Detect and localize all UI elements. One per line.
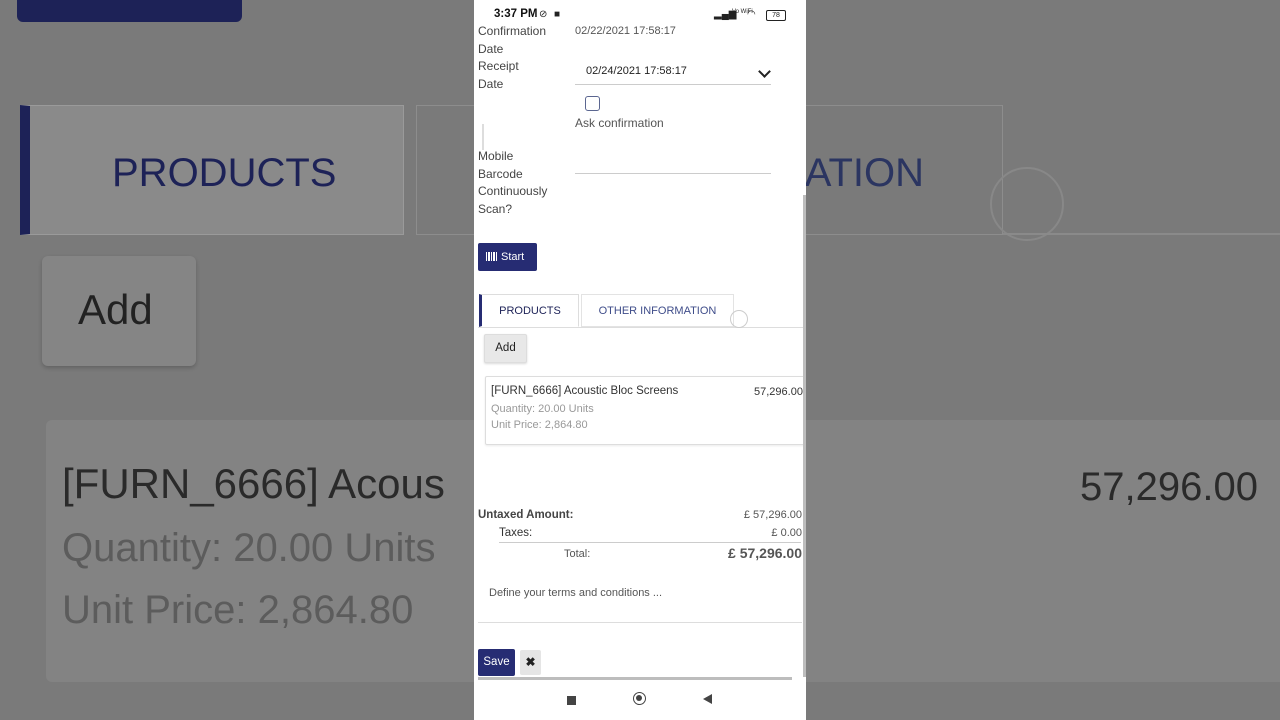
line-quantity: Quantity: 20.00 Units	[491, 403, 594, 415]
save-button[interactable]: Save	[478, 649, 515, 676]
receipt-date-field[interactable]: 02/24/2021 17:58:17	[575, 62, 771, 85]
line-product-name: [FURN_6666] Acoustic Bloc Screens	[491, 385, 679, 397]
untaxed-amount-value: £ 57,296.00	[743, 509, 802, 521]
status-time: 3:37 PM	[494, 8, 538, 20]
mobile-scan-field[interactable]	[575, 152, 771, 174]
total-label: Total:	[564, 548, 591, 560]
bg-add-label: Add	[78, 286, 153, 333]
add-line-button[interactable]: Add	[484, 334, 527, 363]
chevron-down-icon[interactable]	[758, 65, 771, 78]
untaxed-amount-label: Untaxed Amount:	[478, 509, 574, 521]
receipt-date-label: Receipt Date	[478, 59, 519, 91]
phone-screen: 3:37 PM ⊘ ■ ▂▄▆ Vo WiFi ◠ 78 Confirmatio…	[474, 0, 806, 720]
ask-confirmation-label: Ask confirmation	[575, 116, 664, 130]
video-icon: ■	[554, 9, 561, 20]
taxes-label: Taxes:	[499, 527, 533, 539]
discard-button[interactable]: ✖	[520, 650, 541, 675]
loading-spinner-icon	[730, 310, 748, 328]
ask-confirmation-checkbox[interactable]	[585, 96, 600, 111]
taxes-value: £ 0.00	[771, 527, 802, 539]
totals-divider	[499, 542, 801, 543]
bg-tab-other-label: ATION	[804, 151, 924, 195]
confirmation-date-value: 02/22/2021 17:58:17	[575, 25, 676, 37]
line-subtotal: 57,296.00	[754, 386, 803, 398]
bg-spinner	[990, 167, 1064, 241]
bg-line-name: [FURN_6666] Acous	[62, 460, 445, 507]
start-button-label: Start	[501, 251, 525, 263]
mute-icon: ⊘	[539, 9, 548, 20]
bg-divider	[1003, 233, 1280, 235]
bg-top-button	[17, 0, 242, 22]
tab-products[interactable]: PRODUCTS	[479, 294, 579, 327]
bg-tab-products-label: PRODUCTS	[112, 151, 337, 195]
bg-add-button: Add	[42, 256, 196, 366]
horizontal-scrollbar[interactable]	[478, 677, 792, 680]
back-icon[interactable]	[703, 694, 712, 704]
confirmation-date-label: Confirmation Date	[478, 24, 547, 56]
start-scan-button[interactable]: Start	[478, 243, 537, 271]
battery-icon: 78	[766, 10, 786, 21]
vertical-scrollbar[interactable]	[803, 195, 806, 677]
bg-tab-products: PRODUCTS	[20, 105, 404, 235]
wifi-icon: ◠	[747, 9, 756, 20]
bg-line-subtotal: 57,296.00	[1080, 465, 1258, 509]
terms-divider	[478, 622, 802, 623]
product-line-card[interactable]: [FURN_6666] Acoustic Bloc Screens Quanti…	[485, 376, 806, 445]
barcode-icon	[486, 252, 498, 261]
close-icon: ✖	[525, 655, 536, 669]
field-divider	[482, 124, 484, 150]
android-navigation-bar	[474, 681, 806, 720]
mobile-scan-label: Mobile Barcode Continuously Scan?	[478, 149, 548, 216]
tab-other-information[interactable]: OTHER INFORMATION	[581, 294, 734, 327]
home-icon[interactable]	[633, 692, 646, 705]
bg-line-qty: Quantity: 20.00 Units	[62, 526, 436, 570]
recents-icon[interactable]	[567, 696, 576, 705]
terms-conditions-field[interactable]: Define your terms and conditions ...	[489, 587, 662, 599]
bg-line-price: Unit Price: 2,864.80	[62, 588, 414, 632]
line-unit-price: Unit Price: 2,864.80	[491, 419, 588, 431]
total-value: £ 57,296.00	[728, 545, 802, 561]
receipt-date-value: 02/24/2021 17:58:17	[586, 65, 687, 77]
